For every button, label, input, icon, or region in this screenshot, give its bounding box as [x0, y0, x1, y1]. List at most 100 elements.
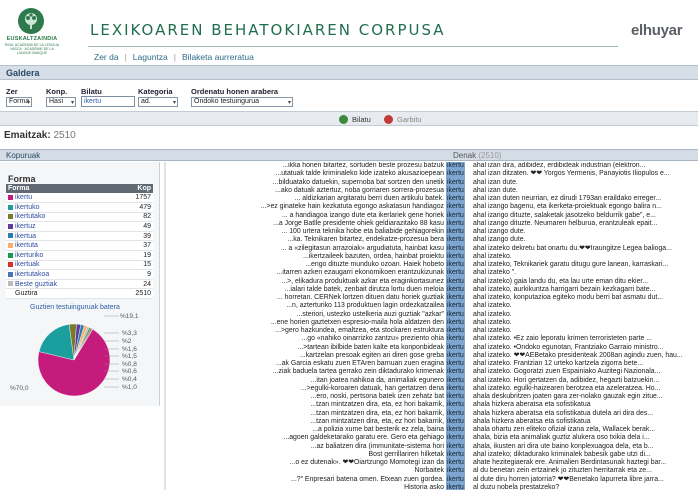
keyword[interactable]: ikertu	[446, 236, 465, 245]
list-item[interactable]: ...>ez ginateke hain kezkatuta egongo as…	[166, 203, 698, 212]
forma-cell[interactable]: ikertua	[6, 231, 114, 242]
list-item[interactable]: ...tzan mintzatzen dira, eta, ez hori ba…	[166, 417, 698, 426]
elhuyar-logo[interactable]: elhuyar	[631, 22, 683, 39]
keyword[interactable]: ikertu	[446, 261, 465, 270]
search-input[interactable]: ikertu	[81, 96, 135, 107]
nav-bilaketa-aurreratua[interactable]: Bilaketa aurreratua	[182, 52, 254, 62]
keyword[interactable]: ikertu	[446, 277, 465, 286]
table-row[interactable]: Beste guztiak 24	[6, 279, 153, 290]
list-item[interactable]: ...>, elikadura produktuak azkar eta era…	[166, 277, 698, 286]
keyword[interactable]: ikertu	[446, 178, 465, 187]
forma-cell[interactable]: Beste guztiak	[6, 279, 114, 290]
keyword[interactable]: ikertu	[446, 318, 465, 327]
list-item[interactable]: ... 100 urtera teknika hobe eta baliabid…	[166, 228, 698, 237]
list-item[interactable]: ...agoen galdeketarako garatu ere. Gero …	[166, 434, 698, 443]
ordena-select[interactable]: Ondoko testuinguruа ▾	[191, 97, 293, 107]
keyword[interactable]: ikertu	[446, 467, 465, 476]
list-item[interactable]: ...a polizia xume bat besterik ez zela, …	[166, 426, 698, 435]
nav-zer-da[interactable]: Zer da	[94, 52, 119, 62]
keyword[interactable]: ikertu	[446, 409, 465, 418]
list-item[interactable]: ...go «nahiko oinarrizko zantzu» prezien…	[166, 335, 698, 344]
table-row[interactable]: ikertutakoa 9	[6, 269, 153, 280]
list-item[interactable]: ...tzan mintzatzen dira, eta, ez hori ba…	[166, 409, 698, 418]
list-item[interactable]: ...ak Garcia eskatu zuen ETAren barnuan …	[166, 360, 698, 369]
keyword[interactable]: ikertu	[446, 170, 465, 179]
list-item[interactable]: ...>tartean ibilbide baten kalte eta kon…	[166, 343, 698, 352]
keyword[interactable]: ikertu	[446, 219, 465, 228]
list-item[interactable]: ...ikka honen bitartez, sortuden beste p…	[166, 162, 698, 171]
keyword[interactable]: ikertu	[446, 186, 465, 195]
keyword[interactable]: ikertu	[446, 393, 465, 402]
forma-cell[interactable]: ikertuz	[6, 221, 114, 232]
list-item[interactable]: ...ikertzaileek bazuten, ordea, hainbat …	[166, 252, 698, 261]
list-item[interactable]: Bost gerrillariren hilketak ikertu ahal iz…	[166, 450, 698, 459]
forma-cell[interactable]: ikertu	[6, 193, 114, 204]
table-row[interactable]: ikertuta 37	[6, 240, 153, 252]
keyword[interactable]: ikertu	[446, 376, 465, 385]
list-item[interactable]: ...ene horien gaztetxen espresio-maila h…	[166, 318, 698, 327]
list-item[interactable]: ...n, azterturiko 113 produktuen lagin o…	[166, 302, 698, 311]
keyword[interactable]: ikertu	[446, 252, 465, 261]
list-item[interactable]: ...kartzelan presoak egiten ari diren go…	[166, 351, 698, 360]
keyword[interactable]: ikertu	[446, 211, 465, 220]
forma-label[interactable]: ikertuta	[15, 242, 38, 249]
keyword[interactable]: ikertu	[446, 302, 465, 311]
forma-label[interactable]: ikertutako	[15, 213, 45, 220]
keyword[interactable]: ikertu	[446, 384, 465, 393]
list-item[interactable]: ...tzan mintzatzen dira, eta, ez hori ba…	[166, 401, 698, 410]
list-item[interactable]: ... horretan. CERNek lortzen dituen datu…	[166, 294, 698, 303]
keyword[interactable]: ikertu	[446, 244, 465, 253]
list-item[interactable]: ...utatuak talde kriminaleko kide izatek…	[166, 170, 698, 179]
keyword[interactable]: ikertu	[446, 343, 465, 352]
list-item[interactable]: ...steriori, ustezko ustelkeria auzi guz…	[166, 310, 698, 319]
list-item[interactable]: ...?" Enpresari batena omen. Etxean zuen…	[166, 475, 698, 484]
keyword[interactable]: ikertu	[446, 269, 465, 278]
table-row[interactable]: ikertuak 15	[6, 260, 153, 271]
bilatu-button[interactable]: Bilatu	[339, 114, 371, 125]
list-item[interactable]: ...itarren azken ezaugarri ekonomikoen e…	[166, 269, 698, 278]
keyword[interactable]: ikertu	[446, 401, 465, 410]
list-item[interactable]: ...a Jorge Batlle presidente ohiek geldi…	[166, 219, 698, 228]
keyword[interactable]: ikertu	[446, 360, 465, 369]
list-item[interactable]: ...ka. Teknikaren bitartez, endekatze-pr…	[166, 236, 698, 245]
forma-cell[interactable]: ikertuta	[6, 240, 114, 252]
list-item[interactable]: ...engo dituzte munduko ozoan. Haiek hob…	[166, 261, 698, 270]
forma-label[interactable]: ikertu	[15, 194, 32, 201]
list-item[interactable]: ...ero, noski, pertsona batek izen zehat…	[166, 393, 698, 402]
table-row[interactable]: ikerturiko 19	[6, 250, 153, 261]
keyword[interactable]: ikertu	[446, 351, 465, 360]
table-row[interactable]: ikertu 1757	[6, 193, 153, 204]
forma-cell[interactable]: ikerturiko	[6, 250, 114, 261]
keyword[interactable]: ikertu	[446, 162, 465, 171]
list-item[interactable]: ... a handiagoa izango dute eta ikerlari…	[166, 211, 698, 220]
list-item[interactable]: Norbaitek ikertu al du benetan zein ertzai…	[166, 467, 698, 476]
keyword[interactable]: ikertu	[446, 483, 465, 490]
forma-cell[interactable]: ikertuak	[6, 260, 114, 271]
kategoria-select[interactable]: ad. ▾	[138, 97, 178, 107]
keyword[interactable]: ikertu	[446, 368, 465, 377]
forma-label[interactable]: ikertuko	[15, 204, 40, 211]
table-row[interactable]: ikertuko 479	[6, 202, 153, 213]
keyword[interactable]: ikertu	[446, 285, 465, 294]
keyword[interactable]: ikertu	[446, 475, 465, 484]
garbitu-button[interactable]: Garbitu	[384, 114, 422, 125]
keyword[interactable]: ikertu	[446, 294, 465, 303]
list-item[interactable]: ... aldizkarian argitaratu berri duen ar…	[166, 195, 698, 204]
keyword[interactable]: ikertu	[446, 434, 465, 443]
forma-label[interactable]: Beste guztiak	[15, 281, 57, 288]
keyword[interactable]: ikertu	[446, 327, 465, 336]
forma-label[interactable]: ikertutakoa	[15, 271, 49, 278]
list-item[interactable]: ...ziak baduela tartea gerrako zein dikt…	[166, 368, 698, 377]
forma-label[interactable]: ikerturiko	[15, 252, 43, 259]
euskaltzaindia-logo[interactable]: EUSKALTZAINDIA REAL ACADEMIA DE LA LENGU…	[4, 6, 60, 58]
keyword[interactable]: ikertu	[446, 203, 465, 212]
list-item[interactable]: ...bilduatako datuekin, supernoba bat so…	[166, 178, 698, 187]
table-row[interactable]: ikertua 39	[6, 231, 153, 242]
keyword[interactable]: ikertu	[446, 426, 465, 435]
list-item[interactable]: ...>gero hazkundea, emaltzea, eta stocka…	[166, 327, 698, 336]
forma-label[interactable]: ikertuak	[15, 261, 40, 268]
table-row[interactable]: ikertutako 82	[6, 212, 153, 223]
table-row[interactable]: ikertuz 49	[6, 221, 153, 232]
keyword[interactable]: ikertu	[446, 335, 465, 344]
keyword[interactable]: ikertu	[446, 310, 465, 319]
